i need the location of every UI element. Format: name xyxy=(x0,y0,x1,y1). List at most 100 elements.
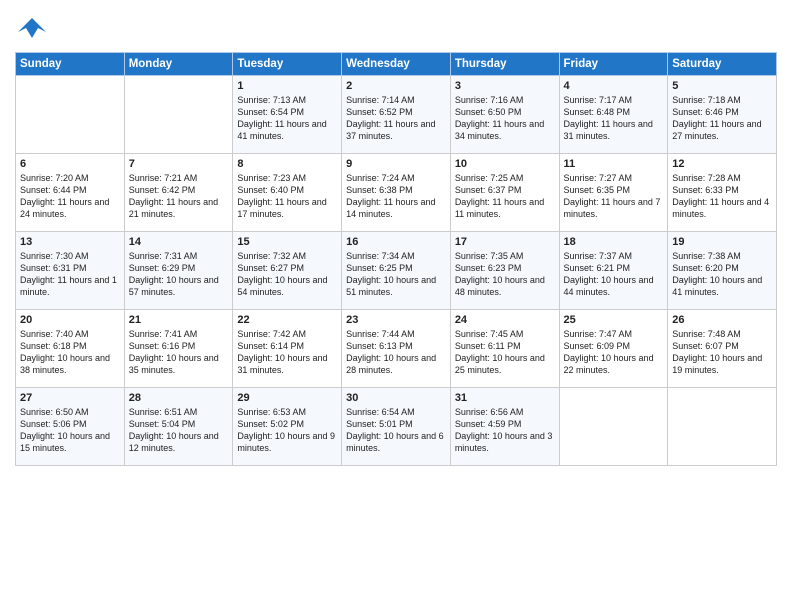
calendar-cell: 7 Sunrise: 7:21 AM Sunset: 6:42 PM Daylig… xyxy=(124,154,233,232)
calendar-cell: 20 Sunrise: 7:40 AM Sunset: 6:18 PM Dayli… xyxy=(16,310,125,388)
header xyxy=(15,10,777,44)
day-number: 16 xyxy=(346,236,446,248)
day-info: Sunrise: 7:18 AM Sunset: 6:46 PM Dayligh… xyxy=(672,94,772,143)
day-info: Sunrise: 7:31 AM Sunset: 6:29 PM Dayligh… xyxy=(129,250,229,299)
day-info: Sunrise: 7:38 AM Sunset: 6:20 PM Dayligh… xyxy=(672,250,772,299)
day-info: Sunrise: 6:53 AM Sunset: 5:02 PM Dayligh… xyxy=(237,406,337,455)
col-header-sunday: Sunday xyxy=(16,53,125,76)
calendar-cell: 13 Sunrise: 7:30 AM Sunset: 6:31 PM Dayli… xyxy=(16,232,125,310)
day-number: 8 xyxy=(237,158,337,170)
day-info: Sunrise: 7:14 AM Sunset: 6:52 PM Dayligh… xyxy=(346,94,446,143)
day-info: Sunrise: 7:45 AM Sunset: 6:11 PM Dayligh… xyxy=(455,328,555,377)
day-number: 14 xyxy=(129,236,229,248)
calendar-cell: 8 Sunrise: 7:23 AM Sunset: 6:40 PM Daylig… xyxy=(233,154,342,232)
day-number: 29 xyxy=(237,392,337,404)
day-info: Sunrise: 7:27 AM Sunset: 6:35 PM Dayligh… xyxy=(564,172,664,221)
day-info: Sunrise: 7:16 AM Sunset: 6:50 PM Dayligh… xyxy=(455,94,555,143)
calendar-cell: 2 Sunrise: 7:14 AM Sunset: 6:52 PM Daylig… xyxy=(342,76,451,154)
day-number: 31 xyxy=(455,392,555,404)
day-number: 13 xyxy=(20,236,120,248)
col-header-tuesday: Tuesday xyxy=(233,53,342,76)
day-number: 26 xyxy=(672,314,772,326)
calendar-cell: 18 Sunrise: 7:37 AM Sunset: 6:21 PM Dayli… xyxy=(559,232,668,310)
calendar-cell xyxy=(668,388,777,466)
day-number: 22 xyxy=(237,314,337,326)
day-info: Sunrise: 7:28 AM Sunset: 6:33 PM Dayligh… xyxy=(672,172,772,221)
calendar-cell xyxy=(16,76,125,154)
day-info: Sunrise: 7:23 AM Sunset: 6:40 PM Dayligh… xyxy=(237,172,337,221)
day-number: 18 xyxy=(564,236,664,248)
calendar-cell: 30 Sunrise: 6:54 AM Sunset: 5:01 PM Dayli… xyxy=(342,388,451,466)
day-info: Sunrise: 7:44 AM Sunset: 6:13 PM Dayligh… xyxy=(346,328,446,377)
day-info: Sunrise: 7:37 AM Sunset: 6:21 PM Dayligh… xyxy=(564,250,664,299)
day-info: Sunrise: 7:17 AM Sunset: 6:48 PM Dayligh… xyxy=(564,94,664,143)
col-header-saturday: Saturday xyxy=(668,53,777,76)
calendar-cell: 5 Sunrise: 7:18 AM Sunset: 6:46 PM Daylig… xyxy=(668,76,777,154)
day-info: Sunrise: 7:13 AM Sunset: 6:54 PM Dayligh… xyxy=(237,94,337,143)
day-info: Sunrise: 7:21 AM Sunset: 6:42 PM Dayligh… xyxy=(129,172,229,221)
col-header-friday: Friday xyxy=(559,53,668,76)
calendar-cell: 27Sunrise: 6:50 AM Sunset: 5:06 PM Dayli… xyxy=(16,388,125,466)
calendar-cell xyxy=(124,76,233,154)
calendar-cell: 10 Sunrise: 7:25 AM Sunset: 6:37 PM Dayli… xyxy=(450,154,559,232)
calendar-cell: 6Sunrise: 7:20 AM Sunset: 6:44 PM Daylig… xyxy=(16,154,125,232)
calendar-cell: 3 Sunrise: 7:16 AM Sunset: 6:50 PM Daylig… xyxy=(450,76,559,154)
day-info: Sunrise: 6:54 AM Sunset: 5:01 PM Dayligh… xyxy=(346,406,446,455)
col-header-wednesday: Wednesday xyxy=(342,53,451,76)
calendar-cell: 31 Sunrise: 6:56 AM Sunset: 4:59 PM Dayli… xyxy=(450,388,559,466)
day-number: 11 xyxy=(564,158,664,170)
day-number: 4 xyxy=(564,80,664,92)
day-number: 5 xyxy=(672,80,772,92)
day-number: 28 xyxy=(129,392,229,404)
col-header-thursday: Thursday xyxy=(450,53,559,76)
day-info: Sunrise: 7:41 AM Sunset: 6:16 PM Dayligh… xyxy=(129,328,229,377)
calendar-cell: 4 Sunrise: 7:17 AM Sunset: 6:48 PM Daylig… xyxy=(559,76,668,154)
calendar-cell: 26 Sunrise: 7:48 AM Sunset: 6:07 PM Dayli… xyxy=(668,310,777,388)
day-info: Sunrise: 7:40 AM Sunset: 6:18 PM Dayligh… xyxy=(20,328,120,377)
day-info: Sunrise: 7:25 AM Sunset: 6:37 PM Dayligh… xyxy=(455,172,555,221)
calendar-cell xyxy=(559,388,668,466)
day-number: 9 xyxy=(346,158,446,170)
calendar-cell: 23 Sunrise: 7:44 AM Sunset: 6:13 PM Dayli… xyxy=(342,310,451,388)
day-info: Sunrise: 7:42 AM Sunset: 6:14 PM Dayligh… xyxy=(237,328,337,377)
day-number: 27 xyxy=(20,392,120,404)
calendar-cell: 12Sunrise: 7:28 AM Sunset: 6:33 PM Dayli… xyxy=(668,154,777,232)
calendar-cell: 11 Sunrise: 7:27 AM Sunset: 6:35 PM Dayli… xyxy=(559,154,668,232)
day-info: Sunrise: 7:47 AM Sunset: 6:09 PM Dayligh… xyxy=(564,328,664,377)
calendar-cell: 16 Sunrise: 7:34 AM Sunset: 6:25 PM Dayli… xyxy=(342,232,451,310)
day-info: Sunrise: 7:48 AM Sunset: 6:07 PM Dayligh… xyxy=(672,328,772,377)
day-number: 30 xyxy=(346,392,446,404)
day-number: 3 xyxy=(455,80,555,92)
day-info: Sunrise: 7:30 AM Sunset: 6:31 PM Dayligh… xyxy=(20,250,120,299)
day-info: Sunrise: 7:34 AM Sunset: 6:25 PM Dayligh… xyxy=(346,250,446,299)
calendar-week-row: 13 Sunrise: 7:30 AM Sunset: 6:31 PM Dayli… xyxy=(16,232,777,310)
day-number: 1 xyxy=(237,80,337,92)
day-info: Sunrise: 7:35 AM Sunset: 6:23 PM Dayligh… xyxy=(455,250,555,299)
calendar-week-row: 20 Sunrise: 7:40 AM Sunset: 6:18 PM Dayli… xyxy=(16,310,777,388)
day-number: 23 xyxy=(346,314,446,326)
col-header-monday: Monday xyxy=(124,53,233,76)
day-number: 10 xyxy=(455,158,555,170)
day-number: 15 xyxy=(237,236,337,248)
day-number: 2 xyxy=(346,80,446,92)
day-number: 25 xyxy=(564,314,664,326)
day-number: 20 xyxy=(20,314,120,326)
logo xyxy=(15,14,46,44)
day-info: Sunrise: 6:56 AM Sunset: 4:59 PM Dayligh… xyxy=(455,406,555,455)
page: SundayMondayTuesdayWednesdayThursdayFrid… xyxy=(0,0,792,612)
calendar-cell: 14 Sunrise: 7:31 AM Sunset: 6:29 PM Dayli… xyxy=(124,232,233,310)
day-info: Sunrise: 6:51 AM Sunset: 5:04 PM Dayligh… xyxy=(129,406,229,455)
calendar-cell: 21 Sunrise: 7:41 AM Sunset: 6:16 PM Dayli… xyxy=(124,310,233,388)
calendar-cell: 1 Sunrise: 7:13 AM Sunset: 6:54 PM Daylig… xyxy=(233,76,342,154)
logo-bird-icon xyxy=(18,14,46,42)
calendar-cell: 29 Sunrise: 6:53 AM Sunset: 5:02 PM Dayli… xyxy=(233,388,342,466)
calendar-cell: 28 Sunrise: 6:51 AM Sunset: 5:04 PM Dayli… xyxy=(124,388,233,466)
day-number: 21 xyxy=(129,314,229,326)
calendar-cell: 17Sunrise: 7:35 AM Sunset: 6:23 PM Dayli… xyxy=(450,232,559,310)
calendar-week-row: 6Sunrise: 7:20 AM Sunset: 6:44 PM Daylig… xyxy=(16,154,777,232)
day-number: 7 xyxy=(129,158,229,170)
calendar-cell: 15 Sunrise: 7:32 AM Sunset: 6:27 PM Dayli… xyxy=(233,232,342,310)
day-info: Sunrise: 7:32 AM Sunset: 6:27 PM Dayligh… xyxy=(237,250,337,299)
calendar-cell: 9 Sunrise: 7:24 AM Sunset: 6:38 PM Daylig… xyxy=(342,154,451,232)
day-info: Sunrise: 7:24 AM Sunset: 6:38 PM Dayligh… xyxy=(346,172,446,221)
